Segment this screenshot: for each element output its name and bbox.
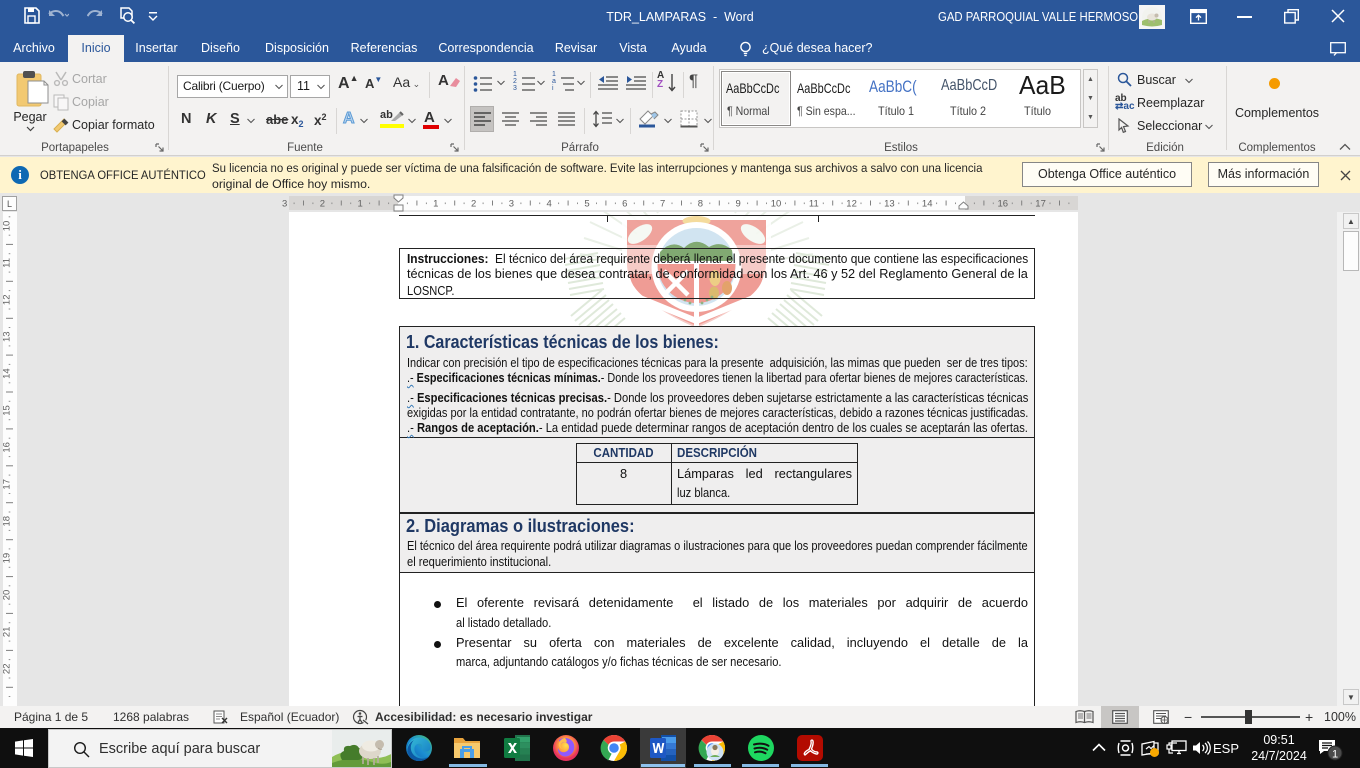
svg-text:1: 1 xyxy=(1332,749,1338,761)
svg-text:12: 12 xyxy=(2,295,13,306)
svg-text:2: 2 xyxy=(320,199,325,210)
svg-text:7: 7 xyxy=(660,199,665,210)
svg-text:11: 11 xyxy=(2,258,13,268)
svg-text:22: 22 xyxy=(2,664,13,675)
svg-text:18: 18 xyxy=(2,516,13,527)
svg-text:13: 13 xyxy=(884,199,895,210)
svg-text:5: 5 xyxy=(584,199,589,210)
svg-text:13: 13 xyxy=(2,331,13,342)
svg-text:15: 15 xyxy=(2,405,13,416)
svg-text:16: 16 xyxy=(998,199,1009,210)
svg-text:3: 3 xyxy=(509,199,514,210)
svg-text:10: 10 xyxy=(2,221,13,232)
svg-text:14: 14 xyxy=(2,368,13,379)
svg-text:10: 10 xyxy=(771,199,782,210)
svg-text:8: 8 xyxy=(698,199,703,210)
svg-text:1: 1 xyxy=(358,199,363,210)
svg-text:17: 17 xyxy=(1035,199,1046,210)
svg-text:14: 14 xyxy=(922,199,933,210)
svg-text:2: 2 xyxy=(471,199,476,210)
svg-text:6: 6 xyxy=(622,199,627,210)
svg-text:4: 4 xyxy=(547,199,552,210)
svg-text:16: 16 xyxy=(2,442,13,453)
svg-text:21: 21 xyxy=(2,627,13,638)
svg-text:20: 20 xyxy=(2,590,13,601)
svg-text:3: 3 xyxy=(282,199,287,210)
svg-text:17: 17 xyxy=(2,479,13,490)
svg-text:12: 12 xyxy=(846,199,857,210)
svg-text:11: 11 xyxy=(809,199,819,210)
svg-text:9: 9 xyxy=(736,199,741,210)
svg-text:1: 1 xyxy=(433,199,438,210)
svg-text:19: 19 xyxy=(2,553,13,564)
